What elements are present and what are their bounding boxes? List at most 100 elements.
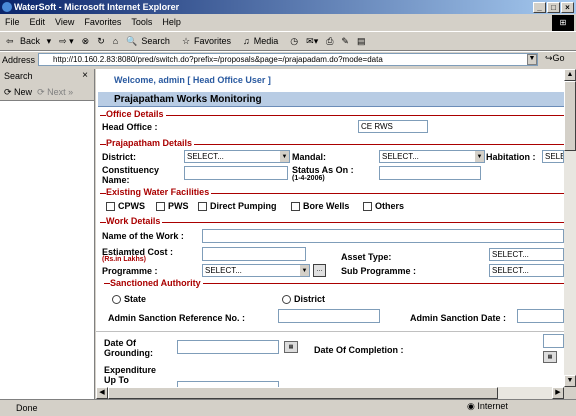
scroll-right-icon[interactable]: ▶ <box>552 387 564 399</box>
sidebar-title: Search <box>4 71 33 81</box>
next-search-button[interactable]: ⟳ Next » <box>37 87 73 97</box>
sidebar-toolbar: ⟳ New ⟳ Next » <box>0 83 94 101</box>
programme-select[interactable]: SELECT... <box>202 264 310 277</box>
admin-ref-input[interactable] <box>278 309 380 323</box>
facility-direct-pumping[interactable]: Direct Pumping <box>198 201 277 212</box>
asset-type-select[interactable]: SELECT... <box>489 248 564 261</box>
scroll-thumb[interactable] <box>564 81 576 151</box>
grounding-label: Date Of <box>104 338 137 348</box>
forward-button[interactable]: ⇨ ▾ <box>55 32 78 51</box>
others-label: Others <box>375 201 405 211</box>
menu-favorites[interactable]: Favorites <box>79 14 126 30</box>
history-icon[interactable]: ◷ <box>286 32 302 51</box>
media-label: Media <box>253 36 279 46</box>
welcome-text: Welcome, admin [ Head Office User ] <box>114 75 271 85</box>
menu-tools[interactable]: Tools <box>126 14 157 30</box>
mail-icon[interactable]: ✉▾ <box>302 32 322 51</box>
section-divider <box>100 222 564 223</box>
programme-lookup-button[interactable]: ... <box>313 264 326 277</box>
completion-date-input[interactable] <box>543 334 564 348</box>
new-search-button[interactable]: ⟳ New <box>4 87 32 97</box>
address-input[interactable]: http://10.160.2.83:8080/pred/switch.do?p… <box>38 53 538 66</box>
district-radio[interactable] <box>282 295 291 305</box>
menu-bar: File Edit View Favorites Tools Help <box>0 14 576 30</box>
programme-select-value: SELECT... <box>205 266 242 275</box>
admin-date-input[interactable] <box>517 309 564 323</box>
facility-pws[interactable]: PWS <box>156 201 189 212</box>
grounding-date-input[interactable] <box>177 340 279 354</box>
home-icon[interactable]: ⌂ <box>109 32 122 51</box>
state-radio-option[interactable]: State <box>112 294 147 305</box>
media-button[interactable]: ♫ Media <box>239 32 286 51</box>
address-dropdown-icon[interactable]: ▼ <box>527 54 537 65</box>
completion-calendar-icon[interactable]: ▦ <box>543 351 557 363</box>
district-select[interactable]: SELECT... <box>184 150 290 163</box>
estimated-cost-input[interactable] <box>202 247 306 261</box>
go-button[interactable]: ↪Go <box>545 53 565 64</box>
stop-icon[interactable]: ⊗ <box>78 32 94 51</box>
next-label: Next <box>47 87 66 97</box>
mandal-select-value: SELECT... <box>382 152 419 161</box>
scroll-down-icon[interactable]: ▼ <box>564 375 576 387</box>
sub-programme-label: Sub Programme : <box>341 266 417 276</box>
sub-programme-select[interactable]: SELECT... <box>489 264 564 277</box>
scroll-up-icon[interactable]: ▲ <box>564 69 576 81</box>
prajapatham-details-heading: Prajapatham Details <box>106 138 195 148</box>
habitation-select[interactable]: SELE <box>542 150 564 163</box>
maximize-button[interactable]: □ <box>547 2 560 13</box>
close-button[interactable]: × <box>561 2 574 13</box>
facility-others[interactable]: Others <box>363 201 405 212</box>
discuss-icon[interactable]: ▤ <box>353 32 370 51</box>
state-label: State <box>124 294 147 304</box>
vertical-scrollbar[interactable]: ▲ ▼ <box>564 69 576 387</box>
menu-edit[interactable]: Edit <box>25 14 51 30</box>
search-button[interactable]: 🔍 Search <box>122 32 178 51</box>
windows-logo-icon: ⊞ <box>552 15 574 31</box>
facility-cpws[interactable]: CPWS <box>106 201 145 212</box>
constituency-input[interactable] <box>184 166 288 180</box>
water-facilities-heading: Existing Water Facilities <box>106 187 212 197</box>
facility-bore-wells[interactable]: Bore Wells <box>291 201 349 212</box>
calendar-icon[interactable]: ▦ <box>284 341 298 353</box>
state-radio[interactable] <box>112 295 121 305</box>
head-office-field[interactable]: CE RWS <box>358 120 428 133</box>
district-radio-option[interactable]: District <box>282 294 325 305</box>
status-input[interactable] <box>379 166 481 180</box>
print-icon[interactable]: ⎙ <box>322 32 337 51</box>
direct-pumping-checkbox[interactable] <box>198 202 207 212</box>
section-divider <box>100 115 564 116</box>
admin-ref-label: Admin Sanction Reference No. : <box>108 313 246 323</box>
bore-wells-checkbox[interactable] <box>291 202 300 212</box>
window-title: WaterSoft - Microsoft Internet Explorer <box>14 2 180 12</box>
app-icon <box>2 2 12 12</box>
pws-checkbox[interactable] <box>156 202 165 212</box>
minimize-button[interactable]: _ <box>533 2 546 13</box>
horizontal-scrollbar[interactable]: ◀ ▶ <box>96 387 564 399</box>
menu-help[interactable]: Help <box>157 14 186 30</box>
edit-icon[interactable]: ✎ <box>337 32 353 51</box>
mandal-select[interactable]: SELECT... <box>379 150 485 163</box>
work-name-input[interactable] <box>202 229 564 243</box>
asset-type-label: Asset Type: <box>341 252 392 262</box>
go-label: Go <box>552 53 565 63</box>
cpws-checkbox[interactable] <box>106 202 115 212</box>
back-button[interactable]: ⇦ Back ▾ <box>2 32 55 51</box>
new-label: New <box>14 87 33 97</box>
sidebar-close-icon[interactable]: × <box>82 69 88 83</box>
status-as-on-label: Status As On : <box>292 165 354 175</box>
status-text: Done <box>16 403 38 413</box>
scroll-left-icon[interactable]: ◀ <box>96 387 108 399</box>
address-label: Address <box>2 55 36 65</box>
completion-label: Date Of Completion : <box>314 345 404 355</box>
district-select-value: SELECT... <box>187 152 224 161</box>
menu-file[interactable]: File <box>0 14 25 30</box>
admin-date-label: Admin Sanction Date : <box>410 313 507 323</box>
favorites-button[interactable]: ☆ Favorites <box>178 32 239 51</box>
menu-view[interactable]: View <box>50 14 79 30</box>
others-checkbox[interactable] <box>363 202 372 212</box>
expenditure-label-line2: Up To <box>104 375 129 385</box>
url-text: http://10.160.2.83:8080/pred/switch.do?p… <box>53 55 383 64</box>
refresh-icon[interactable]: ↻ <box>93 32 109 51</box>
mandal-label: Mandal: <box>292 152 327 162</box>
hscroll-thumb[interactable] <box>108 387 498 399</box>
